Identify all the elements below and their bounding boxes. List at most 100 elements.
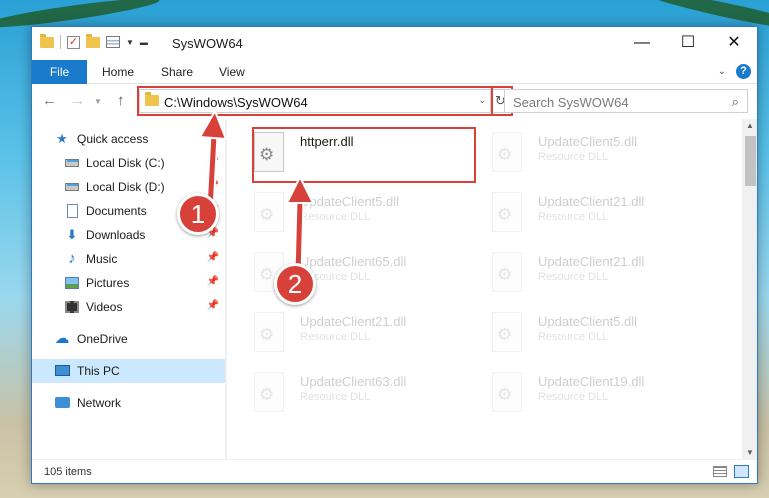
sidebar-item-label: Local Disk (D:) <box>86 180 165 194</box>
scroll-down-arrow-icon[interactable]: ▼ <box>746 448 754 457</box>
large-icons-view-icon[interactable] <box>734 465 749 478</box>
ribbon: File Home Share View ⌄ ? <box>32 60 757 84</box>
sidebar-item-label: OneDrive <box>77 332 128 346</box>
new-folder-icon[interactable] <box>86 33 100 48</box>
dll-gear-icon <box>492 312 522 352</box>
sidebar-item-label: Pictures <box>86 276 130 290</box>
dll-gear-icon <box>492 252 522 292</box>
window-title: SysWOW64 <box>172 36 243 51</box>
toolbar-divider <box>60 35 61 49</box>
pin-icon[interactable]: 📌 <box>207 300 219 311</box>
dll-gear-icon <box>254 312 284 352</box>
file-name: UpdateClient19.dll <box>538 374 645 389</box>
details-view-icon[interactable] <box>713 466 727 477</box>
sidebar-item-music[interactable]: ♪ Music 📌 <box>32 247 225 271</box>
maximize-button[interactable]: ☐ <box>665 27 711 59</box>
properties-check-icon[interactable]: ✓ <box>67 35 80 49</box>
window-controls: — ☐ ✕ <box>619 27 757 59</box>
file-item[interactable]: UpdateClient5.dll Resource DLL <box>228 187 458 237</box>
chevron-down-icon[interactable]: ▼ <box>126 38 134 47</box>
back-arrow-icon[interactable]: ← <box>42 92 57 109</box>
file-type: Resource DLL <box>538 271 609 283</box>
quick-access-toolbar: ✓ ▼ ▬ <box>40 33 148 49</box>
file-type: Resource DLL <box>300 391 371 403</box>
star-icon: ★ <box>56 131 68 146</box>
file-name: UpdateClient21.dll <box>538 194 645 209</box>
videos-icon <box>64 299 80 315</box>
customize-toolbar-icon[interactable]: ▬ <box>140 38 148 47</box>
drive-icon <box>64 179 80 195</box>
pin-icon[interactable]: 📌 <box>207 276 219 287</box>
scrollbar-thumb[interactable] <box>745 136 756 186</box>
tab-view[interactable]: View <box>219 60 245 84</box>
file-item[interactable]: UpdateClient21.dll Resource DLL <box>228 307 458 357</box>
search-input[interactable]: Search SysWOW64 ⌕ <box>504 89 748 113</box>
file-name: UpdateClient5.dll <box>538 314 638 329</box>
computer-icon <box>54 363 70 379</box>
file-item[interactable]: UpdateClient65.dll Resource DLL <box>228 247 458 297</box>
dll-gear-icon <box>492 372 522 412</box>
cloud-icon: ☁ <box>54 330 70 347</box>
sidebar-item-label: Music <box>86 252 118 266</box>
file-name: UpdateClient63.dll <box>300 374 407 389</box>
file-item[interactable]: UpdateClient19.dll Resource DLL <box>466 367 696 417</box>
recent-locations-chevron-icon[interactable]: ▼ <box>94 97 102 106</box>
file-item[interactable]: UpdateClient21.dll Resource DLL <box>466 247 696 297</box>
search-placeholder: Search SysWOW64 <box>513 95 629 110</box>
tab-file[interactable]: File <box>32 60 87 84</box>
forward-arrow-icon[interactable]: → <box>70 92 85 109</box>
navigation-bar: ← → ▼ ↑ C:\Windows\SysWOW64 ⌄ ↻ Search S… <box>32 84 757 119</box>
ribbon-controls: ⌄ ? <box>718 64 751 79</box>
pin-icon[interactable]: 📌 <box>207 252 219 263</box>
file-explorer-window: ✓ ▼ ▬ SysWOW64 — ☐ ✕ File Home Share Vie… <box>31 26 758 484</box>
item-count: 105 items <box>44 466 92 478</box>
callout-number-1: 1 <box>177 193 219 235</box>
scroll-up-arrow-icon[interactable]: ▲ <box>746 121 754 130</box>
music-note-icon: ♪ <box>68 250 76 267</box>
folder-icon <box>40 33 54 48</box>
minimize-button[interactable]: — <box>619 27 665 59</box>
file-item[interactable]: UpdateClient63.dll Resource DLL <box>228 367 458 417</box>
pictures-icon <box>64 275 80 291</box>
sidebar-item-label: Network <box>77 396 122 410</box>
sidebar-item-this-pc[interactable]: This PC <box>32 359 225 383</box>
file-item[interactable]: UpdateClient5.dll Resource DLL <box>466 307 696 357</box>
dll-gear-icon <box>254 372 284 412</box>
sidebar-item-network[interactable]: Network <box>32 391 225 415</box>
address-highlight-box <box>137 86 493 116</box>
file-name: UpdateClient5.dll <box>538 134 638 149</box>
file-name: UpdateClient21.dll <box>300 314 407 329</box>
tab-home[interactable]: Home <box>102 60 134 84</box>
file-item[interactable]: UpdateClient5.dll Resource DLL <box>466 127 696 177</box>
sidebar-item-label: Documents <box>86 204 147 218</box>
file-type: Resource DLL <box>538 211 609 223</box>
sidebar-item-videos[interactable]: Videos 📌 <box>32 295 225 319</box>
file-type: Resource DLL <box>300 331 371 343</box>
search-icon[interactable]: ⌕ <box>732 94 739 110</box>
dll-gear-icon <box>492 132 522 172</box>
sidebar-item-onedrive[interactable]: ☁ OneDrive <box>32 327 225 351</box>
sidebar-item-label: Quick access <box>77 132 149 146</box>
status-bar: 105 items <box>32 459 757 483</box>
up-arrow-icon[interactable]: ↑ <box>117 92 125 109</box>
download-arrow-icon: ⬇ <box>66 227 78 242</box>
help-icon[interactable]: ? <box>736 64 751 79</box>
drive-icon <box>64 155 80 171</box>
dll-gear-icon <box>492 192 522 232</box>
close-button[interactable]: ✕ <box>711 27 757 59</box>
vertical-scrollbar[interactable]: ▲ ▼ <box>742 119 757 459</box>
network-icon <box>54 395 70 411</box>
file-item[interactable]: UpdateClient21.dll Resource DLL <box>466 187 696 237</box>
title-bar: ✓ ▼ ▬ SysWOW64 — ☐ ✕ <box>32 27 757 60</box>
file-type: Resource DLL <box>538 331 609 343</box>
tab-share[interactable]: Share <box>161 60 193 84</box>
expand-ribbon-chevron-icon[interactable]: ⌄ <box>718 66 726 77</box>
file-type: Resource DLL <box>538 151 609 163</box>
sidebar-item-pictures[interactable]: Pictures 📌 <box>32 271 225 295</box>
documents-icon <box>64 203 80 219</box>
properties-icon[interactable] <box>106 36 120 48</box>
sidebar-item-label: This PC <box>77 364 120 378</box>
callout-number-2: 2 <box>274 263 316 305</box>
sidebar-item-label: Local Disk (C:) <box>86 156 165 170</box>
file-name: UpdateClient21.dll <box>538 254 645 269</box>
